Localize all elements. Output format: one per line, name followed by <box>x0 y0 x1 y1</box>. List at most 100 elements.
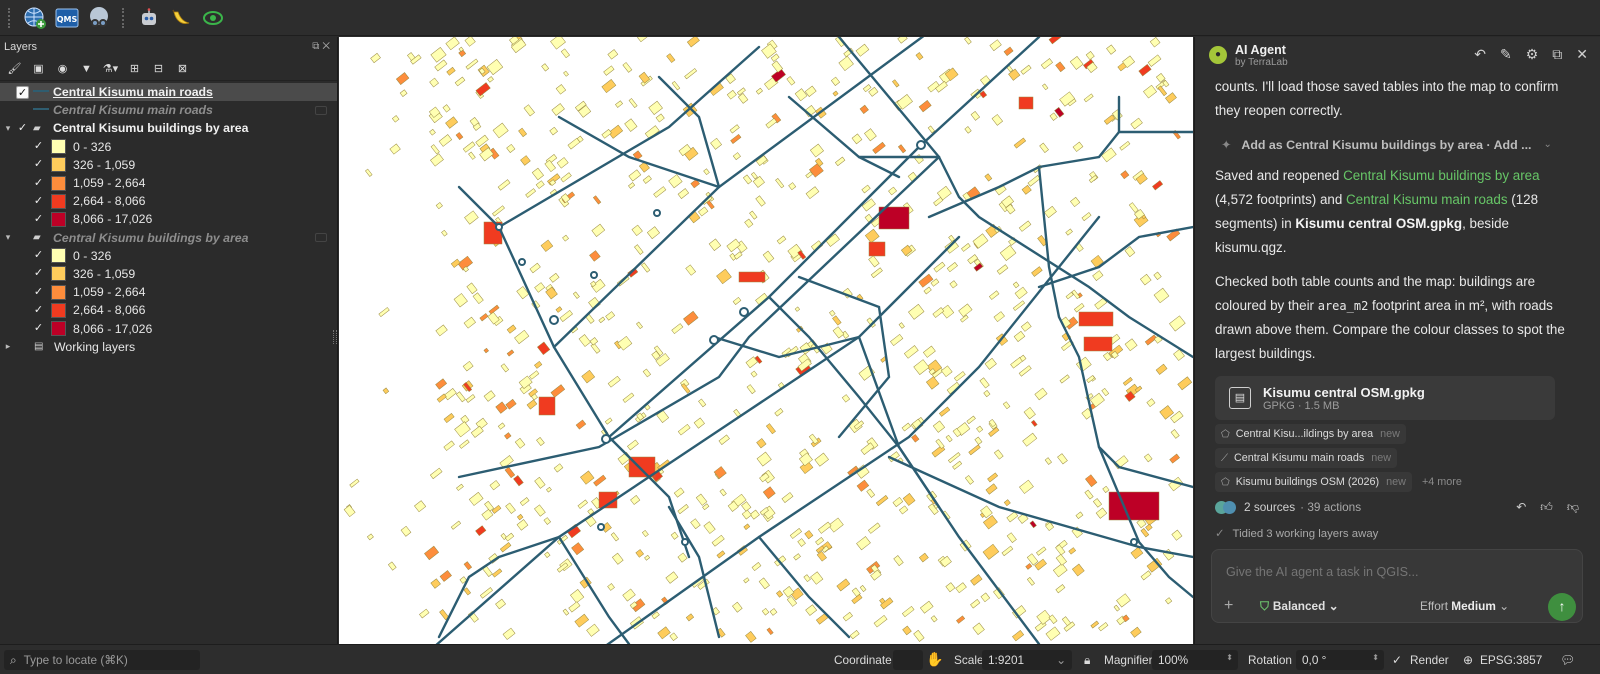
filter-by-expression-icon[interactable]: ⚗▾ <box>102 60 119 77</box>
undo-icon[interactable]: ↶ <box>1474 46 1486 63</box>
banana-icon[interactable] <box>168 5 194 31</box>
undo-icon[interactable]: ↶ <box>1516 500 1526 515</box>
class-checkbox[interactable]: ✓ <box>32 213 45 226</box>
sparkle-icon: ✦ <box>1221 138 1232 152</box>
map-canvas[interactable] <box>339 37 1193 644</box>
expand-arrow-icon[interactable]: ▾ <box>0 123 16 134</box>
eye-target-icon[interactable] <box>200 5 226 31</box>
layer-checkbox[interactable]: ✓ <box>16 122 29 135</box>
mode-dropdown[interactable]: ⛉ Balanced ⌄ <box>1260 599 1338 614</box>
globe-add-icon[interactable] <box>22 5 48 31</box>
legend-class-row[interactable]: ✓ 0 - 326 <box>0 247 337 265</box>
sources-link[interactable]: 2 sources <box>1244 500 1295 514</box>
coordinate-field[interactable] <box>893 650 923 670</box>
add-attachment-icon[interactable]: + <box>1224 597 1233 615</box>
style-manager-icon[interactable]: 🖌 <box>6 60 23 77</box>
scale-field[interactable]: 1:9201 ⌄ <box>982 650 1072 670</box>
class-checkbox[interactable]: ✓ <box>32 177 45 190</box>
tool-step[interactable]: ✦ Add as Central Kisumu buildings by are… <box>1221 137 1579 153</box>
layer-row-roads[interactable]: ✓ Central Kisumu main roads <box>0 83 337 102</box>
layer-checkbox[interactable] <box>16 104 29 117</box>
class-checkbox[interactable]: ✓ <box>32 286 45 299</box>
expand-all-icon[interactable]: ⊞ <box>126 60 143 77</box>
locator-bar[interactable]: ⌕ Type to locate (⌘K) <box>4 650 200 670</box>
rotation-field[interactable]: 0,0 ° ⬍ <box>1296 650 1384 670</box>
building-footprint <box>483 347 489 354</box>
building-footprint <box>976 425 984 433</box>
remove-layer-icon[interactable]: ⊠ <box>174 60 191 77</box>
tidied-status: ✓ Tidied 3 working layers away <box>1215 526 1579 540</box>
panel-float-close-icon[interactable]: ⧉✕ <box>312 41 333 53</box>
group-row-working-layers[interactable]: ▸ ▤ Working layers <box>0 338 337 356</box>
legend-class-row[interactable]: ✓ 2,664 - 8,066 <box>0 192 337 210</box>
thumbs-up-icon[interactable]: 👍︎ <box>1540 500 1553 515</box>
toolbar-grip[interactable] <box>8 7 12 28</box>
send-button[interactable]: ↑ <box>1548 593 1576 621</box>
magnifier-field[interactable]: 100% ⬍ <box>1152 650 1238 670</box>
layer-chip[interactable]: ⬠ Kisumu buildings OSM (2026) new <box>1215 472 1412 492</box>
lock-icon[interactable]: 🔒︎ <box>1084 653 1090 668</box>
layer-indicator-icon[interactable] <box>315 233 327 243</box>
expand-arrow-icon[interactable]: ▸ <box>0 341 16 352</box>
new-chat-icon[interactable]: ✎ <box>1500 46 1512 63</box>
messages-icon[interactable]: 💬︎ <box>1560 653 1575 667</box>
layer-row-buildings[interactable]: ▾ ✓ ▰ Central Kisumu buildings by area <box>0 119 337 137</box>
building-footprint <box>591 223 606 237</box>
visibility-icon[interactable]: ◉ <box>54 60 71 77</box>
file-card[interactable]: ▤ Kisumu central OSM.gpkg GPKG · 1.5 MB <box>1215 376 1555 420</box>
class-checkbox[interactable]: ✓ <box>32 158 45 171</box>
building-footprint <box>743 577 750 584</box>
building-footprint <box>1155 363 1168 375</box>
panel-splitter[interactable] <box>333 330 337 344</box>
class-checkbox[interactable]: ✓ <box>32 249 45 262</box>
toolbar-grip[interactable] <box>122 7 126 28</box>
collapse-all-icon[interactable]: ⊟ <box>150 60 167 77</box>
building-footprint <box>915 52 924 61</box>
actions-count[interactable]: · 39 actions <box>1300 500 1361 514</box>
layer-chip[interactable]: ⟋ Central Kisumu main roads new <box>1215 448 1398 468</box>
layer-link-roads[interactable]: Central Kisumu main roads <box>1346 192 1508 207</box>
layer-row-buildings-ghost[interactable]: ▾ ▰ Central Kisumu buildings by area <box>0 229 337 247</box>
layer-checkbox[interactable]: ✓ <box>16 85 29 99</box>
float-window-icon[interactable]: ⧉ <box>1552 46 1562 63</box>
add-group-icon[interactable]: ▣ <box>30 60 47 77</box>
legend-class-row[interactable]: ✓ 2,664 - 8,066 <box>0 301 337 319</box>
expand-arrow-icon[interactable]: ▾ <box>0 232 16 243</box>
toggle-extents-icon[interactable]: ✋ <box>926 651 943 668</box>
layer-indicator-icon[interactable] <box>315 105 327 115</box>
layer-checkbox[interactable] <box>16 231 29 244</box>
more-chips-link[interactable]: +4 more <box>1422 476 1462 488</box>
map-svg[interactable] <box>339 37 1193 644</box>
class-checkbox[interactable]: ✓ <box>32 195 45 208</box>
gear-icon[interactable]: ⚙ <box>1526 46 1539 63</box>
class-checkbox[interactable]: ✓ <box>32 267 45 280</box>
crs-label[interactable]: EPSG:3857 <box>1480 653 1542 667</box>
layer-chip[interactable]: ⬠ Central Kisu...ildings by area new <box>1215 424 1406 444</box>
legend-class-row[interactable]: ✓ 1,059 - 2,664 <box>0 283 337 301</box>
thumbs-down-icon[interactable]: 👎︎ <box>1567 500 1579 515</box>
class-checkbox[interactable]: ✓ <box>32 304 45 317</box>
sphere-binoculars-icon[interactable] <box>86 5 112 31</box>
robot-icon[interactable] <box>136 5 162 31</box>
class-checkbox[interactable]: ✓ <box>32 322 45 335</box>
chevron-down-icon[interactable]: ⌄ <box>1543 139 1551 150</box>
legend-class-row[interactable]: ✓ 326 - 1,059 <box>0 156 337 174</box>
legend-class-row[interactable]: ✓ 0 - 326 <box>0 138 337 156</box>
layer-row-roads-ghost[interactable]: Central Kisumu main roads <box>0 101 337 119</box>
render-checkbox[interactable]: ✓ <box>1392 653 1402 667</box>
qms-icon[interactable]: QMS <box>54 5 80 31</box>
layer-link-buildings[interactable]: Central Kisumu buildings by area <box>1343 168 1540 183</box>
filter-legend-icon[interactable]: ▼ <box>78 60 95 77</box>
legend-class-row[interactable]: ✓ 326 - 1,059 <box>0 265 337 283</box>
task-input[interactable] <box>1226 565 1566 579</box>
building-footprint <box>424 545 440 561</box>
crs-icon[interactable]: ⊕ <box>1463 653 1473 667</box>
agent-conversation[interactable]: counts. I'll load those saved tables int… <box>1195 73 1600 543</box>
building-footprint <box>814 452 829 467</box>
class-checkbox[interactable]: ✓ <box>32 140 45 153</box>
effort-dropdown[interactable]: Effort Medium ⌄ <box>1420 599 1509 613</box>
close-icon[interactable]: ✕ <box>1576 46 1588 63</box>
legend-class-row[interactable]: ✓ 8,066 - 17,026 <box>0 210 337 228</box>
legend-class-row[interactable]: ✓ 1,059 - 2,664 <box>0 174 337 192</box>
legend-class-row[interactable]: ✓ 8,066 - 17,026 <box>0 319 337 337</box>
